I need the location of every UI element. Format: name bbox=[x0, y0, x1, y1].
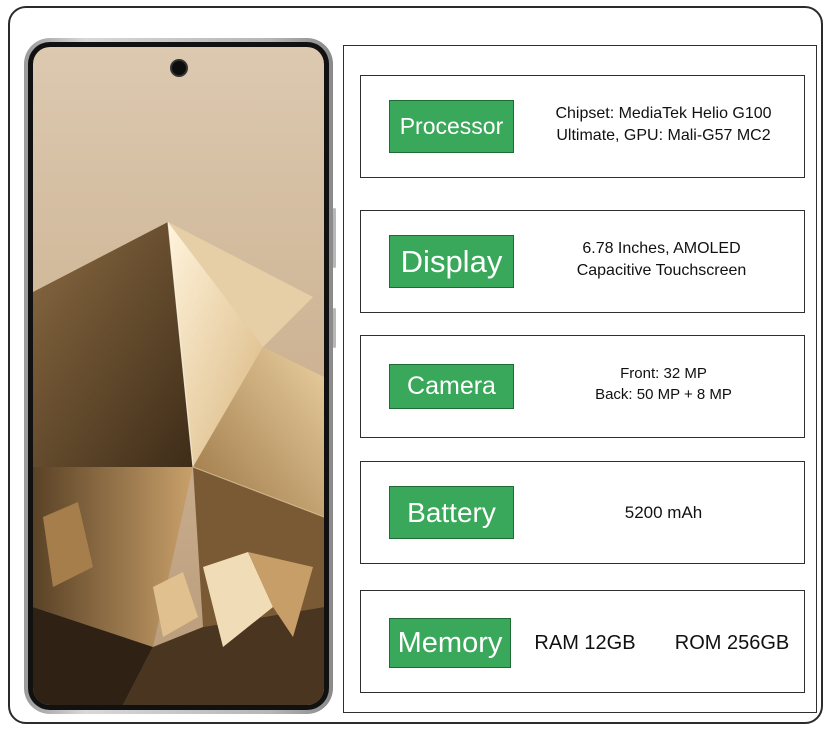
spec-value-line: Back: 50 MP + 8 MP bbox=[595, 386, 732, 403]
spec-row-display: Display 6.78 Inches, AMOLED Capacitive T… bbox=[360, 210, 805, 313]
spec-value-line: Front: 32 MP bbox=[620, 365, 707, 382]
spec-value-rom: ROM 256GB bbox=[674, 632, 790, 654]
crystal-wallpaper bbox=[33, 47, 324, 705]
phone-image bbox=[24, 38, 336, 714]
spec-label-memory: Memory bbox=[389, 618, 511, 668]
spec-label-processor: Processor bbox=[389, 100, 514, 153]
phone-bezel bbox=[28, 42, 329, 710]
spec-label-camera: Camera bbox=[389, 364, 514, 409]
spec-value-line: Chipset: MediaTek Helio G100 bbox=[555, 105, 772, 122]
spec-value-processor: Chipset: MediaTek Helio G100 Ultimate, G… bbox=[531, 103, 796, 147]
spec-row-camera: Camera Front: 32 MP Back: 50 MP + 8 MP bbox=[360, 335, 805, 438]
spec-value-display: 6.78 Inches, AMOLED Capacitive Touchscre… bbox=[529, 238, 794, 282]
spec-value-ram: RAM 12GB bbox=[534, 632, 636, 654]
power-button bbox=[333, 308, 336, 348]
spec-row-processor: Processor Chipset: MediaTek Helio G100 U… bbox=[360, 75, 805, 178]
phone-screen bbox=[33, 47, 324, 705]
volume-button bbox=[333, 208, 336, 268]
specs-panel: Processor Chipset: MediaTek Helio G100 U… bbox=[343, 45, 817, 713]
spec-value-line: Capacitive Touchscreen bbox=[576, 262, 747, 279]
spec-value-line: 6.78 Inches, AMOLED bbox=[582, 240, 741, 257]
spec-row-memory: Memory RAM 12GB ROM 256GB bbox=[360, 590, 805, 693]
spec-row-battery: Battery 5200 mAh bbox=[360, 461, 805, 564]
spec-label-display: Display bbox=[389, 235, 514, 288]
spec-value-battery: 5200 mAh bbox=[624, 503, 703, 522]
spec-value-line: Ultimate, GPU: Mali-G57 MC2 bbox=[556, 127, 771, 144]
spec-label-battery: Battery bbox=[389, 486, 514, 539]
front-camera-icon bbox=[171, 61, 186, 75]
spec-value-camera: Front: 32 MP Back: 50 MP + 8 MP bbox=[531, 363, 796, 405]
